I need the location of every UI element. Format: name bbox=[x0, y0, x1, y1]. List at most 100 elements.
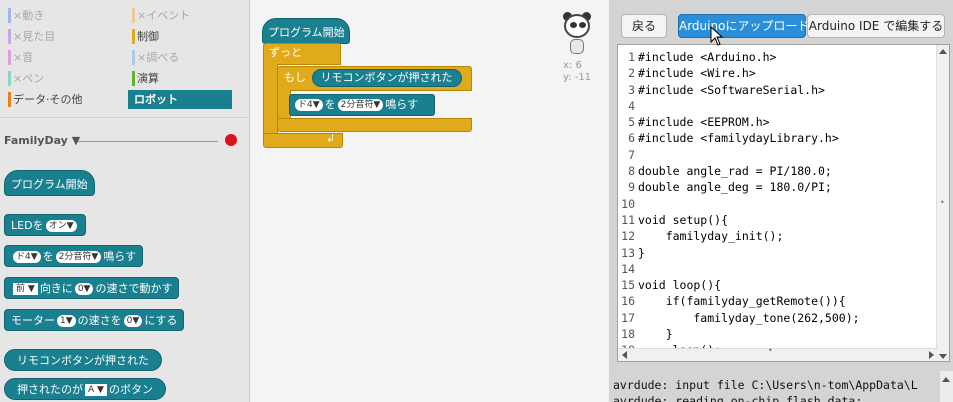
led-value-dropdown[interactable]: オン▼ bbox=[45, 220, 77, 232]
line-number: 5 bbox=[628, 115, 635, 130]
scroll-left-icon[interactable] bbox=[622, 351, 627, 359]
scroll-thumb[interactable]: • bbox=[940, 195, 946, 207]
category-color-swatch bbox=[132, 50, 135, 65]
code-line[interactable]: 1 #include <Arduino.h> bbox=[618, 49, 860, 65]
code-line[interactable]: 8 double angle_rad = PI/180.0; bbox=[618, 163, 860, 179]
code-line[interactable]: 18 } bbox=[618, 326, 860, 342]
category-2[interactable]: ×見た目 bbox=[4, 27, 55, 46]
script-block-program-start[interactable]: プログラム開始 bbox=[262, 18, 350, 44]
palette-block-button-is[interactable]: 押されたのが A ▼ のボタン bbox=[4, 378, 166, 400]
scroll-up-icon[interactable] bbox=[939, 49, 947, 54]
line-text: } bbox=[638, 245, 645, 260]
category-1[interactable]: ×イベント bbox=[128, 6, 190, 25]
code-line[interactable]: 9 double angle_deg = 180.0/PI; bbox=[618, 179, 860, 195]
category-color-swatch bbox=[8, 92, 11, 107]
category-5[interactable]: ×調べる bbox=[128, 48, 179, 67]
palette-divider bbox=[0, 117, 249, 118]
block-palette: ×動き ×イベント ×見た目 制御 ×音 ×調べる ×ペン 演算データ·その他 ロボット Fam… bbox=[0, 0, 250, 402]
extension-title[interactable]: FamilyDay ▼ bbox=[4, 134, 80, 147]
edit-in-arduino-ide-button[interactable]: Arduino IDE で編集する bbox=[807, 14, 945, 38]
script-note-dropdown[interactable]: ド4▼ bbox=[295, 99, 323, 111]
code-line[interactable]: 14 bbox=[618, 261, 860, 277]
category-8[interactable]: データ·その他 bbox=[4, 90, 83, 109]
line-number: 11 bbox=[621, 212, 635, 227]
category-4[interactable]: ×音 bbox=[4, 48, 33, 67]
line-number: 17 bbox=[621, 310, 635, 325]
code-line[interactable]: 17 familyday_tone(262,500); bbox=[618, 310, 859, 326]
line-text: #include <familydayLibrary.h> bbox=[638, 131, 839, 146]
arduino-code-panel: 戻る Arduinoにアップロード Arduino IDE で編集する 1 #in… bbox=[609, 0, 953, 402]
palette-block-tone[interactable]: ド4▼ を 2分音符▼ 鳴らす bbox=[4, 245, 144, 267]
code-line[interactable]: 12 familyday_init(); bbox=[618, 228, 860, 244]
line-text: double angle_deg = 180.0/PI; bbox=[638, 180, 832, 195]
motor-number-dropdown[interactable]: 1▼ bbox=[57, 315, 76, 327]
palette-block-led[interactable]: LEDを オン▼ bbox=[4, 214, 86, 236]
line-text: #include <SoftwareSerial.h> bbox=[638, 82, 825, 97]
mouse-cursor-icon bbox=[710, 26, 724, 46]
script-length-dropdown[interactable]: 2分音符▼ bbox=[337, 99, 384, 111]
category-color-swatch bbox=[132, 8, 135, 23]
line-text: #include <Arduino.h> bbox=[638, 50, 777, 64]
line-number: 16 bbox=[621, 294, 635, 309]
move-speed-input[interactable]: 0▼ bbox=[74, 283, 94, 295]
scroll-right-icon[interactable] bbox=[929, 351, 934, 359]
back-button[interactable]: 戻る bbox=[621, 14, 667, 38]
code-lines[interactable]: 1 #include <Arduino.h> 2 #include <Wire.h> 3… bbox=[618, 49, 860, 361]
upload-to-arduino-button[interactable]: Arduinoにアップロード bbox=[678, 14, 809, 38]
upload-console: avrdude: input file C:\Users\n-tom\AppDa… bbox=[609, 371, 953, 402]
line-number: 13 bbox=[621, 245, 635, 260]
script-block-forever[interactable]: ずっと bbox=[263, 43, 341, 65]
if-condition-remote-pressed[interactable]: リモコンボタンが押された bbox=[311, 69, 462, 87]
line-text: void loop(){ bbox=[638, 278, 722, 293]
line-number: 2 bbox=[628, 66, 635, 81]
palette-block-program-start[interactable]: プログラム開始 bbox=[4, 170, 95, 196]
category-0[interactable]: ×動き bbox=[4, 6, 44, 25]
category-color-swatch bbox=[8, 50, 11, 65]
script-block-if[interactable]: もし リモコンボタンが押された なら bbox=[277, 66, 472, 106]
code-line[interactable]: 15 void loop(){ bbox=[618, 277, 860, 293]
palette-block-motor[interactable]: モーター 1▼ の速さを 0▼ にする bbox=[4, 309, 185, 331]
code-line[interactable]: 2 #include <Wire.h> bbox=[618, 65, 860, 81]
code-editor[interactable]: 1 #include <Arduino.h> 2 #include <Wire.h> 3… bbox=[617, 44, 950, 362]
category-color-swatch bbox=[8, 29, 11, 44]
forever-block-arm bbox=[263, 64, 278, 134]
code-line[interactable]: 5 #include <EEPROM.h> bbox=[618, 114, 860, 130]
console-scrollbar[interactable] bbox=[940, 371, 953, 402]
code-line[interactable]: 4 bbox=[618, 98, 860, 114]
sprite-y: y: -11 bbox=[563, 72, 592, 83]
code-line[interactable]: 16 if(familyday_getRemote()){ bbox=[618, 293, 860, 309]
direction-dropdown[interactable]: 前 ▼ bbox=[13, 283, 38, 295]
button-dropdown[interactable]: A ▼ bbox=[85, 384, 107, 396]
script-block-tone[interactable]: ド4▼ を 2分音符▼ 鳴らす bbox=[289, 94, 435, 116]
scroll-up-icon[interactable] bbox=[942, 377, 950, 382]
category-list: ×動き ×イベント ×見た目 制御 ×音 ×調べる ×ペン 演算データ·その他 ロボット bbox=[0, 0, 249, 118]
code-line[interactable]: 3 #include <SoftwareSerial.h> bbox=[618, 82, 860, 98]
note-dropdown[interactable]: ド4▼ bbox=[13, 251, 41, 263]
code-line[interactable]: 13} bbox=[618, 245, 860, 261]
scroll-thumb-horizontal[interactable]: • bbox=[768, 346, 773, 355]
length-dropdown[interactable]: 2分音符▼ bbox=[55, 251, 102, 263]
editor-horizontal-scrollbar[interactable]: • bbox=[618, 346, 938, 361]
line-text: if(familyday_getRemote()){ bbox=[638, 294, 846, 309]
line-text: familyday_init(); bbox=[638, 229, 784, 244]
panda-icon[interactable] bbox=[562, 12, 592, 56]
palette-block-remote-pressed[interactable]: リモコンボタンが押された bbox=[4, 349, 162, 371]
scroll-down-icon[interactable] bbox=[939, 354, 947, 359]
editor-vertical-scrollbar[interactable]: • bbox=[936, 45, 949, 361]
category-label: ×イベント bbox=[137, 9, 191, 22]
code-line[interactable]: 6 #include <familydayLibrary.h> bbox=[618, 130, 860, 146]
extension-header[interactable]: FamilyDay ▼ bbox=[4, 132, 244, 150]
code-line[interactable]: 7 bbox=[618, 147, 860, 163]
category-9[interactable]: ロボット bbox=[128, 90, 232, 109]
category-6[interactable]: ×ペン bbox=[4, 69, 44, 88]
code-line[interactable]: 10 bbox=[618, 196, 860, 212]
motor-speed-input[interactable]: 0▼ bbox=[123, 315, 143, 327]
category-7[interactable]: 演算 bbox=[128, 69, 159, 88]
extension-divider bbox=[78, 141, 218, 142]
category-3[interactable]: 制御 bbox=[128, 27, 159, 46]
category-label: ×調べる bbox=[137, 51, 180, 64]
code-line[interactable]: 11 void setup(){ bbox=[618, 212, 860, 228]
line-number: 10 bbox=[621, 196, 635, 211]
palette-block-move[interactable]: 前 ▼ 向きに 0▼ の速さで動かす bbox=[4, 277, 180, 299]
line-number: 3 bbox=[628, 82, 635, 97]
